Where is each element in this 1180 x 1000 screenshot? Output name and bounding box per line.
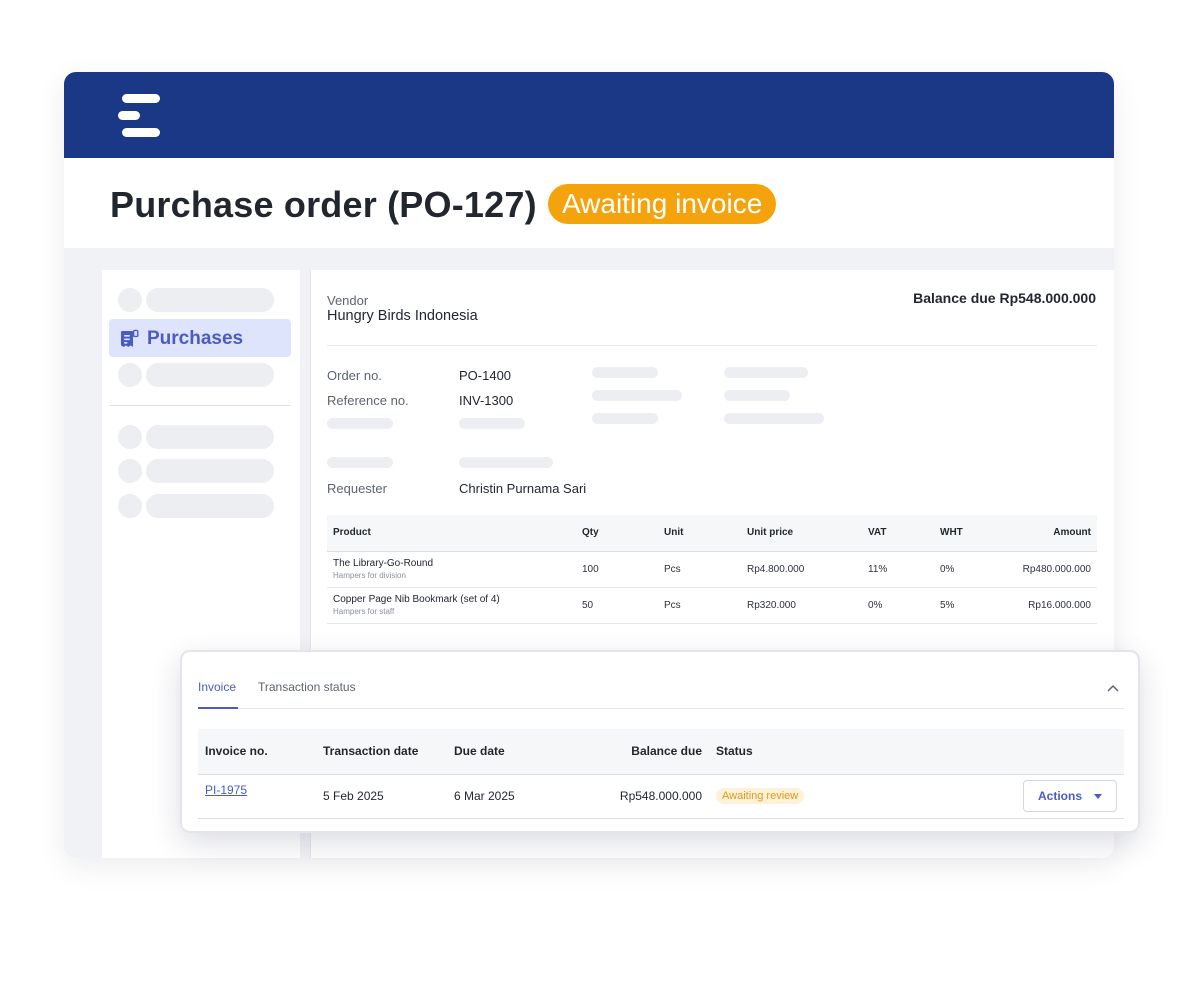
product-note: Hampers for division	[333, 571, 406, 580]
order-no-label: Order no.	[327, 368, 382, 383]
product-vat: 11%	[862, 551, 934, 588]
column-header-product: Product	[327, 515, 576, 552]
column-header-amount: Amount	[994, 515, 1097, 552]
active-tab-indicator	[198, 707, 238, 709]
invoice-balance-due: Rp548.000.000	[560, 774, 709, 819]
column-header-invoice-no: Invoice no.	[198, 729, 316, 775]
status-badge: Awaiting review	[716, 788, 805, 804]
requester-value: Christin Purnama Sari	[459, 481, 587, 496]
product-qty: 100	[576, 551, 658, 588]
placeholder-bar	[592, 390, 682, 401]
placeholder-bar	[459, 457, 553, 468]
column-header-status: Status	[709, 729, 1014, 775]
requester-label: Requester	[327, 481, 387, 496]
product-vat: 0%	[862, 587, 934, 624]
table-row: The Library-Go-Round Hampers for divisio…	[327, 551, 1097, 588]
reference-no-value: INV-1300	[459, 393, 514, 408]
sidebar-placeholder-item	[118, 459, 278, 483]
placeholder-bar	[327, 418, 393, 429]
tab-invoice[interactable]: Invoice	[198, 680, 236, 694]
invoice-link[interactable]: PI-1975	[205, 783, 247, 797]
placeholder-bar	[592, 413, 658, 424]
sidebar-item-label: Purchases	[147, 328, 244, 349]
product-amount: Rp16.000.000	[994, 587, 1097, 624]
column-header-transaction-date: Transaction date	[316, 729, 447, 775]
sidebar-placeholder-item	[118, 425, 278, 449]
tabs-divider	[198, 708, 1124, 709]
order-no-value: PO-1400	[459, 368, 512, 383]
receipt-icon	[121, 329, 139, 347]
vendor-label: Vendor	[327, 293, 369, 308]
table-row: PI-1975 5 Feb 2025 6 Mar 2025 Rp548.000.…	[198, 774, 1124, 819]
sidebar-divider	[109, 405, 291, 406]
sidebar-placeholder-item	[118, 288, 278, 312]
vendor-name: Hungry Birds Indonesia	[327, 308, 478, 324]
status-badge: Awaiting invoice	[548, 184, 777, 224]
transaction-date: 5 Feb 2025	[316, 774, 447, 819]
section-divider	[327, 345, 1097, 346]
due-date: 6 Mar 2025	[447, 774, 560, 819]
product-wht: 0%	[934, 551, 994, 588]
actions-button[interactable]: Actions	[1022, 780, 1117, 812]
column-header-wht: WHT	[934, 515, 994, 552]
chevron-up-icon[interactable]	[1107, 684, 1119, 692]
product-unit: Pcs	[658, 587, 741, 624]
product-table-header: Product Qty Unit Unit price VAT WHT Amou…	[327, 515, 1097, 552]
sidebar-item-purchases[interactable]: Purchases	[109, 319, 291, 357]
product-qty: 50	[576, 587, 658, 624]
placeholder-bar	[592, 367, 658, 378]
column-header-actions	[1014, 729, 1124, 775]
column-header-qty: Qty	[576, 515, 658, 552]
product-unit: Pcs	[658, 551, 741, 588]
product-wht: 5%	[934, 587, 994, 624]
placeholder-bar	[327, 457, 393, 468]
column-header-balance-due: Balance due	[560, 729, 709, 775]
sidebar-placeholder-item	[118, 363, 278, 387]
placeholder-bar	[724, 413, 824, 424]
top-navigation-bar	[64, 72, 1114, 158]
table-row: Copper Page Nib Bookmark (set of 4) Hamp…	[327, 587, 1097, 624]
column-header-unit-price: Unit price	[741, 515, 862, 552]
reference-no-label: Reference no.	[327, 393, 409, 408]
invoice-table-header: Invoice no. Transaction date Due date Ba…	[198, 729, 1124, 775]
caret-down-icon	[1094, 793, 1102, 799]
product-unit-price: Rp4.800.000	[741, 551, 862, 588]
page-header: Purchase order (PO-127) Awaiting invoice	[64, 158, 1114, 248]
product-name: The Library-Go-Round	[333, 558, 434, 569]
logo-icon[interactable]	[118, 94, 160, 138]
placeholder-bar	[459, 418, 525, 429]
product-unit-price: Rp320.000	[741, 587, 862, 624]
product-table: Product Qty Unit Unit price VAT WHT Amou…	[327, 515, 1097, 624]
product-amount: Rp480.000.000	[994, 551, 1097, 588]
sidebar-placeholder-item	[118, 494, 278, 518]
invoice-panel: Invoice Transaction status Invoice no. T…	[180, 650, 1140, 833]
page-title: Purchase order (PO-127)	[110, 184, 537, 225]
tab-transaction-status[interactable]: Transaction status	[258, 680, 356, 694]
invoice-table: Invoice no. Transaction date Due date Ba…	[198, 729, 1124, 819]
balance-due-summary: Balance due Rp548.000.000	[913, 290, 1096, 306]
product-name: Copper Page Nib Bookmark (set of 4)	[333, 594, 500, 605]
placeholder-bar	[724, 367, 808, 378]
column-header-due-date: Due date	[447, 729, 560, 775]
product-note: Hampers for staff	[333, 607, 395, 616]
placeholder-bar	[724, 390, 790, 401]
column-header-unit: Unit	[658, 515, 741, 552]
actions-button-label: Actions	[1037, 789, 1082, 803]
column-header-vat: VAT	[862, 515, 934, 552]
